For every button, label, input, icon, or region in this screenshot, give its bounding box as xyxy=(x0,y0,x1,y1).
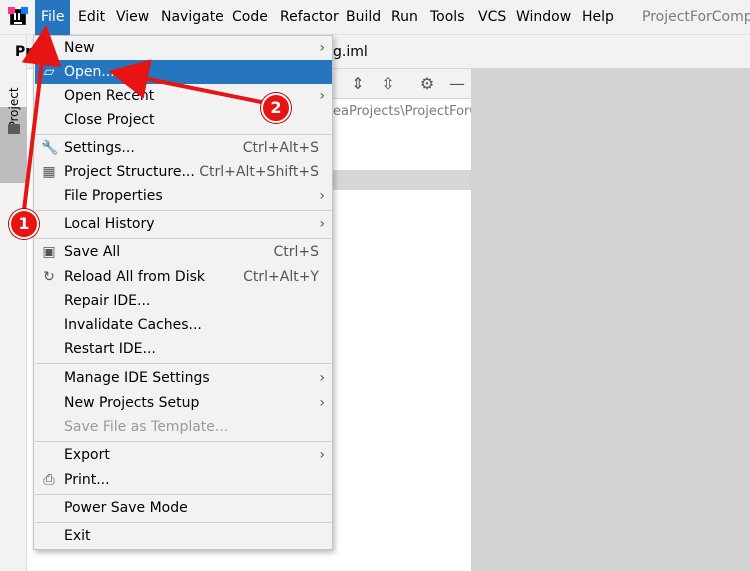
menu-tools[interactable]: Tools xyxy=(430,0,465,35)
menu-separator xyxy=(35,134,332,135)
menu-item-open[interactable]: ▱ Open... xyxy=(35,60,332,84)
menu-item-invalidate-caches[interactable]: Invalidate Caches... xyxy=(35,313,332,337)
wrench-icon: 🔧 xyxy=(41,140,59,156)
project-path: eaProjects\ProjectForC xyxy=(333,104,471,119)
main-menu-bar: File Edit View Navigate Code Refactor Bu… xyxy=(0,0,750,35)
save-icon: ▣ xyxy=(42,244,56,260)
menu-item-new[interactable]: New › xyxy=(35,36,332,60)
minimize-icon[interactable]: — xyxy=(449,76,465,92)
tree-selection-row xyxy=(333,170,471,190)
submenu-arrow-icon: › xyxy=(319,447,325,463)
reload-icon: ↻ xyxy=(43,269,55,285)
menu-item-file-properties[interactable]: File Properties › xyxy=(35,184,332,208)
menu-window[interactable]: Window xyxy=(516,0,571,35)
menu-separator xyxy=(35,441,332,442)
menu-refactor[interactable]: Refactor xyxy=(280,0,339,35)
menu-item-reload-all[interactable]: ↻ Reload All from Disk Ctrl+Alt+Y xyxy=(35,265,332,289)
menu-item-new-projects-setup[interactable]: New Projects Setup › xyxy=(35,391,332,415)
menu-edit[interactable]: Edit xyxy=(78,0,105,35)
editor-tab[interactable]: g.iml xyxy=(333,44,368,60)
submenu-arrow-icon: › xyxy=(319,370,325,386)
menu-item-manage-ide-settings[interactable]: Manage IDE Settings › xyxy=(35,366,332,390)
menu-item-power-save-mode[interactable]: Power Save Mode xyxy=(35,496,332,520)
menu-item-settings[interactable]: 🔧 Settings... Ctrl+Alt+S xyxy=(35,136,332,160)
submenu-arrow-icon: › xyxy=(319,88,325,104)
folder-icon: ▱ xyxy=(43,64,55,80)
printer-icon: ⎙ xyxy=(43,472,55,488)
window-title: ProjectForComp( xyxy=(642,9,750,25)
project-tool-tab-label[interactable]: Project xyxy=(2,87,26,128)
project-structure-icon: ▦ xyxy=(42,164,56,180)
menu-item-project-structure[interactable]: ▦ Project Structure... Ctrl+Alt+Shift+S xyxy=(35,160,332,184)
menu-item-print[interactable]: ⎙ Print... xyxy=(35,468,332,492)
submenu-arrow-icon: › xyxy=(319,395,325,411)
menu-item-exit[interactable]: Exit xyxy=(35,524,332,548)
submenu-arrow-icon: › xyxy=(319,216,325,232)
editor-area xyxy=(471,69,750,571)
menu-separator xyxy=(35,522,332,523)
menu-separator xyxy=(35,494,332,495)
menu-separator xyxy=(35,363,332,364)
menu-navigate[interactable]: Navigate xyxy=(161,0,224,35)
submenu-arrow-icon: › xyxy=(319,40,325,56)
step-badge-2: 2 xyxy=(261,93,291,123)
menu-build[interactable]: Build xyxy=(346,0,381,35)
menu-item-local-history[interactable]: Local History › xyxy=(35,212,332,236)
intellij-logo-icon xyxy=(8,7,28,25)
menu-help[interactable]: Help xyxy=(582,0,614,35)
menu-code[interactable]: Code xyxy=(232,0,268,35)
menu-item-save-all[interactable]: ▣ Save All Ctrl+S xyxy=(35,240,332,264)
menu-item-save-file-as-template: Save File as Template... xyxy=(64,419,229,435)
menu-file[interactable]: File xyxy=(35,0,71,35)
expand-all-icon[interactable]: ⇕ xyxy=(350,76,366,92)
menu-separator xyxy=(35,238,332,239)
submenu-arrow-icon: › xyxy=(319,188,325,204)
menu-vcs[interactable]: VCS xyxy=(478,0,506,35)
menu-view[interactable]: View xyxy=(116,0,149,35)
menu-item-restart-ide[interactable]: Restart IDE... xyxy=(35,337,332,361)
folder-icon xyxy=(8,124,20,134)
menu-item-repair-ide[interactable]: Repair IDE... xyxy=(35,289,332,313)
collapse-all-icon[interactable]: ⇳ xyxy=(380,76,396,92)
step-badge-1: 1 xyxy=(9,209,39,239)
menu-run[interactable]: Run xyxy=(391,0,418,35)
menu-item-export[interactable]: Export › xyxy=(35,443,332,467)
menu-separator xyxy=(35,210,332,211)
gear-icon[interactable]: ⚙ xyxy=(419,76,435,92)
